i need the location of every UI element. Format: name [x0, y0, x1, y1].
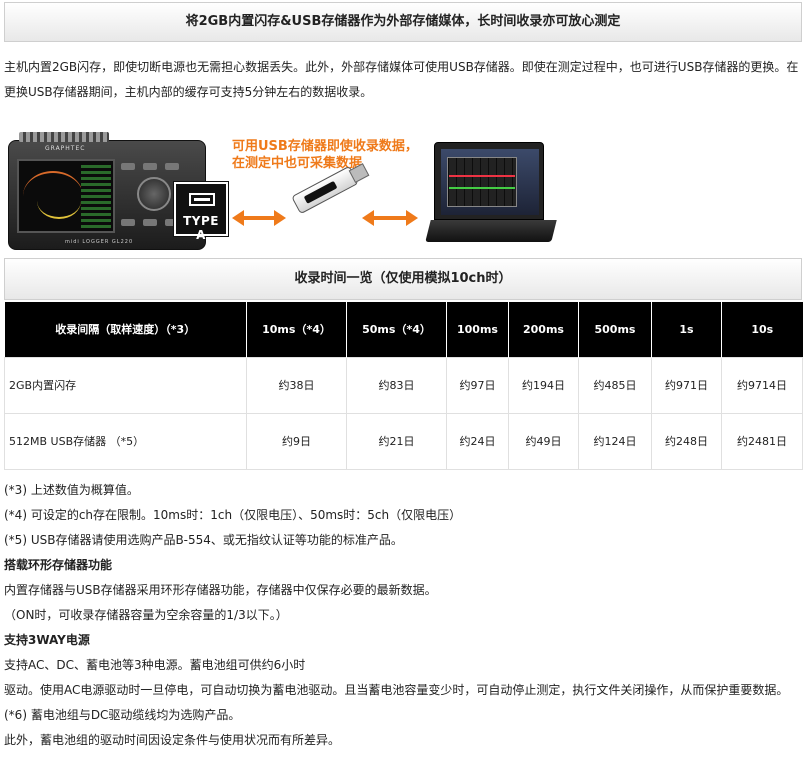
notes-section: (*3) 上述数值为概算值。 (*4) 可设定的ch存在限制。10ms时：1ch…: [4, 478, 802, 753]
row-label: 512MB USB存储器 （*5）: [4, 412, 247, 470]
ring-memory-heading: 搭载环形存储器功能: [4, 558, 113, 572]
logger-screen: [17, 159, 115, 233]
table-row: 2GB内置闪存 约38日 约83日 约97日 约194日 约485日 约971日…: [4, 356, 803, 414]
section-title-recording-time: 收录时间一览（仅使用模拟10ch时）: [4, 258, 802, 300]
column-header: 50ms（*4）: [346, 302, 447, 357]
power-heading: 支持3WAY电源: [4, 633, 90, 647]
column-header: 1s: [651, 302, 722, 357]
table-cell: 约194日: [508, 356, 579, 414]
column-header: 10ms（*4）: [246, 302, 347, 357]
usb-caption: 可用USB存储器即使收录数据， 在测定中也可采集数据: [232, 139, 418, 171]
column-header: 10s: [721, 302, 803, 357]
power-text-1: 支持AC、DC、蓄电池等3种电源。蓄电池组可供约6小时: [4, 658, 306, 672]
table-cell: 约38日: [246, 356, 347, 414]
note-6: (*6) 蓄电池组与DC驱动缆线均为选购产品。: [4, 708, 241, 722]
column-header: 收录间隔（取样速度）（*3）: [4, 302, 247, 357]
battery-note: 此外，蓄电池组的驱动时间因设定条件与使用状况而有所差异。: [4, 733, 341, 747]
note-5: (*5) USB存储器请使用选购产品B-554、或无指纹认证等功能的标准产品。: [4, 533, 403, 547]
table-cell: 约485日: [578, 356, 652, 414]
device-brand: GRAPHTEC: [45, 145, 86, 152]
table-header-row: 收录间隔（取样速度）（*3） 10ms（*4） 50ms（*4） 100ms 2…: [4, 302, 803, 357]
table-cell: 约83日: [346, 356, 447, 414]
table-cell: 约9日: [246, 412, 347, 470]
table-row: 512MB USB存储器 （*5） 约9日 约21日 约24日 约49日 约12…: [4, 412, 803, 470]
note-3: (*3) 上述数值为概算值。: [4, 483, 139, 497]
storage-illustration: GRAPHTEC midi LOGGER GL220 TYPE A 可用USB存…: [0, 128, 808, 256]
intro-paragraph: 主机内置2GB闪存，即使切断电源也无需担心数据丢失。此外，外部存储媒体可使用US…: [4, 60, 799, 99]
power-text-2: 驱动。使用AC电源驱动时一旦停电，可自动切换为蓄电池驱动。且当蓄电池容量变少时，…: [4, 683, 789, 697]
table-cell: 约9714日: [721, 356, 803, 414]
double-arrow-icon-left: [232, 210, 286, 226]
ring-memory-text: 内置存储器与USB存储器采用环形存储器功能，存储器中仅保存必要的最新数据。: [4, 583, 437, 597]
column-header: 200ms: [508, 302, 579, 357]
table-cell: 约2481日: [721, 412, 803, 470]
double-arrow-icon-right: [362, 210, 418, 226]
table-cell: 约49日: [508, 412, 579, 470]
note-4: (*4) 可设定的ch存在限制。10ms时：1ch（仅限电压）、50ms时：5c…: [4, 508, 462, 522]
terminal-pins: [19, 132, 109, 142]
table-cell: 约248日: [651, 412, 722, 470]
laptop-pc-image: [425, 142, 557, 254]
table-cell: 约97日: [446, 356, 509, 414]
device-model: midi LOGGER GL220: [65, 239, 134, 245]
ring-memory-note: （ON时，可收录存储器容量为空余容量的1/3以下。）: [4, 608, 288, 622]
section-title-storage: 将2GB内置闪存&USB存储器作为外部存储媒体，长时间收录亦可放心测定: [4, 2, 802, 42]
column-header: 500ms: [578, 302, 652, 357]
table-cell: 约971日: [651, 356, 722, 414]
usb-stick-icon: [291, 165, 359, 215]
row-label: 2GB内置闪存: [4, 356, 247, 414]
table-cell: 约24日: [446, 412, 509, 470]
type-a-label: TYPE A: [183, 214, 219, 242]
usb-type-a-port-icon: TYPE A: [173, 181, 229, 242]
column-header: 100ms: [446, 302, 509, 357]
table-cell: 约21日: [346, 412, 447, 470]
table-cell: 约124日: [578, 412, 652, 470]
jog-dial: [137, 177, 171, 211]
recording-time-table: 收录间隔（取样速度）（*3） 10ms（*4） 50ms（*4） 100ms 2…: [4, 302, 803, 470]
